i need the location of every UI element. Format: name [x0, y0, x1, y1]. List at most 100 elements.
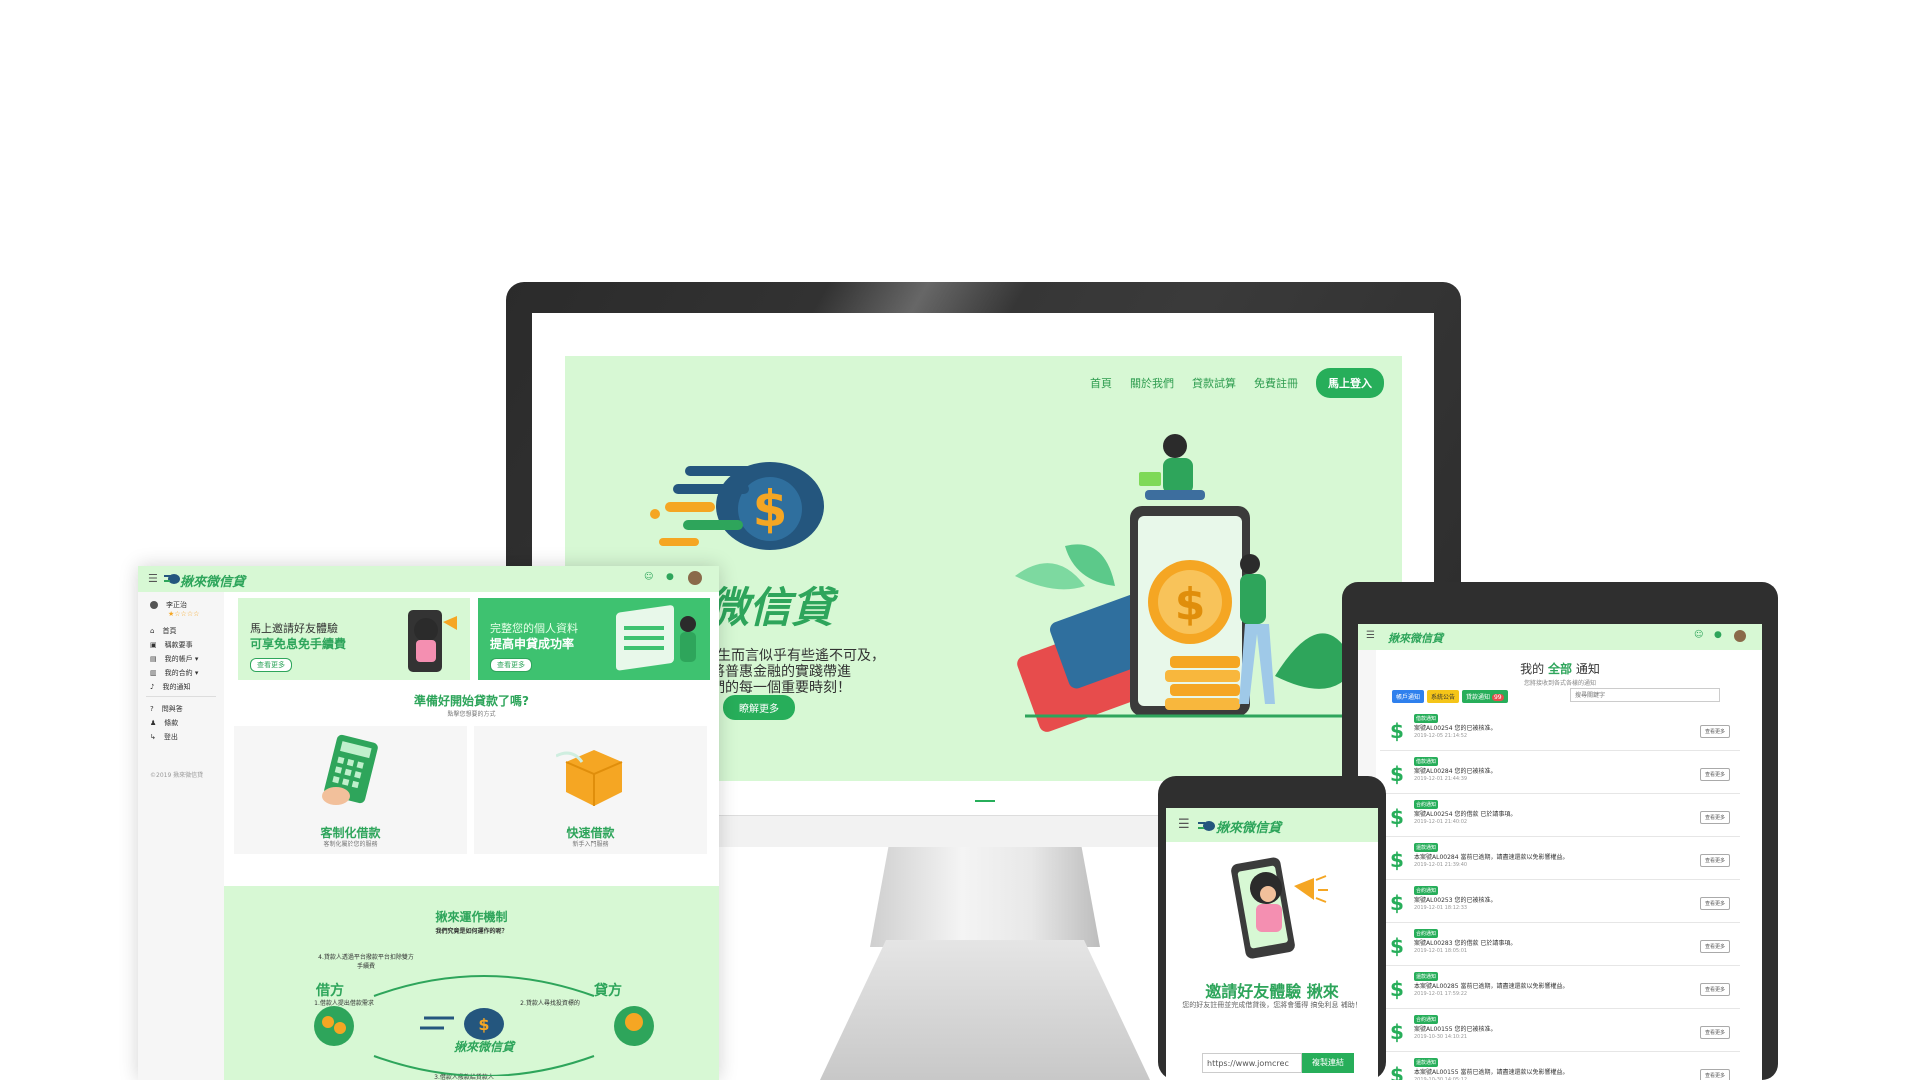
notification-row: $ 合約通知 案號AL00253 您的已被核准。 2019-12-01 18:12:3…: [1380, 882, 1740, 923]
monitor-stand-base: [820, 940, 1150, 1080]
dollar-icon: $: [1390, 805, 1404, 829]
nav-loan-calc[interactable]: 貸款試算: [1192, 375, 1236, 391]
view-more-button[interactable]: 查看更多: [1699, 897, 1730, 910]
invite-screen: ☰ 揪來微信貸 邀請好友體驗 揪來 您的好友註冊並完成借貸後，您將會獲得 搞免利…: [1166, 808, 1378, 1080]
notification-row: $ 合約通知 案號AL00283 您的借款 已於請事項。 2019-12-01 18:…: [1380, 925, 1740, 966]
bell-icon[interactable]: ●: [666, 572, 674, 582]
tablet-brand: 揪來微信貸: [1388, 632, 1443, 645]
home-icon: ⌂: [150, 627, 155, 635]
profile-promo-card[interactable]: 完整您的個人資料 提高申貸成功率 查看更多: [478, 598, 710, 680]
brand-mini-icon: [1198, 821, 1215, 831]
login-button[interactable]: 馬上登入: [1316, 368, 1384, 398]
view-more-button[interactable]: 查看更多: [1699, 725, 1730, 738]
notification-date: 2019-12-01 18:05:01: [1414, 948, 1468, 954]
sidebar-item-home[interactable]: ⌂ 首頁: [150, 626, 176, 636]
notification-type-badge: 合約通知: [1414, 1015, 1439, 1024]
copy-link-button[interactable]: 複製連結: [1302, 1053, 1354, 1073]
svg-text:$: $: [753, 480, 788, 538]
copyright: ©2019 揪來微信貸: [150, 772, 204, 779]
card-more-button[interactable]: 查看更多: [490, 658, 532, 672]
sidebar-item-notifications[interactable]: ♪ 我的通知: [150, 682, 190, 692]
invite-description: 您的好友註冊並完成借貸後，您將會獲得 搞免利息 補助！: [1182, 1001, 1362, 1009]
question-icon: ?: [150, 705, 154, 713]
invite-phone-illustration: [1231, 857, 1328, 959]
dollar-icon: $: [1390, 977, 1404, 1001]
feature-subtitle: 客制化屬於您的服務: [323, 841, 378, 848]
notification-row: $ 還款通知 本案號AL00155 當前已逾期，請盡速還款以免影響權益。 2019-1…: [1380, 1054, 1740, 1080]
monitor-stand-neck: [870, 847, 1100, 947]
sidebar-item-logout[interactable]: ↳ 登出: [150, 732, 178, 742]
dollar-icon: $: [1390, 1020, 1404, 1044]
filter-account[interactable]: 帳戶通知: [1392, 690, 1425, 703]
nav-register[interactable]: 免費註冊: [1254, 375, 1298, 391]
card-line-2: 可享免息免手續費: [250, 637, 347, 651]
sidebar-label: 問與答: [161, 705, 183, 713]
monitor-glare: [811, 282, 1029, 313]
user-rating-stars: ★☆☆☆☆: [168, 610, 200, 618]
sidebar-item-terms[interactable]: ♟ 條款: [150, 718, 178, 728]
notification-date: 2019-12-01 21:44:39: [1414, 776, 1468, 782]
learn-more-button[interactable]: 瞭解更多: [723, 695, 795, 720]
sidebar-item-loan-items[interactable]: ▣ 稱款要事: [150, 640, 193, 650]
phone-topbar: ☰ 揪來微信貸: [1166, 808, 1378, 842]
notification-text: 案號AL00284 您的已被核准。: [1414, 768, 1497, 775]
filter-loan-label: 貸款通知: [1466, 694, 1491, 701]
notification-date: 2019-12-05 21:14:52: [1414, 733, 1468, 739]
filter-system[interactable]: 系統公告: [1427, 690, 1460, 703]
notification-row: $ 借款通知 案號AL00284 您的已被核准。 2019-12-01 21:44:3…: [1380, 753, 1740, 794]
quick-loan-option[interactable]: 快速借款 新手入門服務: [474, 726, 707, 854]
nav-home[interactable]: 首頁: [1090, 375, 1112, 391]
mechanism-title: 揪來運作機制: [435, 910, 508, 924]
view-more-button[interactable]: 查看更多: [1699, 1026, 1730, 1039]
view-more-button[interactable]: 查看更多: [1699, 854, 1730, 867]
hamburger-icon[interactable]: ☰: [1366, 630, 1375, 641]
nav-about[interactable]: 關於我們: [1130, 375, 1174, 391]
hero-line-3: 們的每一個重要時刻！: [711, 680, 851, 696]
search-input[interactable]: [1570, 688, 1720, 702]
view-more-button[interactable]: 查看更多: [1699, 768, 1730, 781]
title-highlight: 全部: [1547, 662, 1572, 676]
slider-indicator[interactable]: [975, 800, 995, 802]
invite-link-field[interactable]: https://www.jomcrec: [1202, 1053, 1302, 1073]
dollar-icon: $: [1390, 1063, 1404, 1080]
notification-text: 案號AL00155 您的已被核准。: [1414, 1026, 1497, 1033]
notification-text: 本案號AL00284 當前已逾期，請盡速還款以免影響權益。: [1414, 854, 1569, 861]
brand-mini-icon: [164, 574, 180, 584]
bell-icon[interactable]: ●: [1714, 630, 1722, 640]
phone-brand: 揪來微信貸: [1216, 821, 1282, 836]
support-icon[interactable]: ☺: [1694, 630, 1703, 640]
card-line-2: 提高申貸成功率: [490, 637, 575, 651]
custom-loan-option[interactable]: 客制化借款 客制化屬於您的服務: [234, 726, 467, 854]
view-more-button[interactable]: 查看更多: [1699, 1069, 1730, 1080]
notification-date: 2019-12-01 21:39:40: [1414, 862, 1468, 868]
notification-date: 2019-12-01 17:59:22: [1414, 991, 1468, 997]
sidebar-label: 我的合約 ▾: [164, 669, 199, 677]
avatar[interactable]: [688, 571, 702, 585]
view-more-button[interactable]: 查看更多: [1699, 940, 1730, 953]
package-icon: [556, 750, 623, 806]
notification-type-badge: 借款通知: [1414, 714, 1439, 723]
view-more-button[interactable]: 查看更多: [1699, 811, 1730, 824]
support-icon[interactable]: ☺: [644, 572, 653, 582]
notification-type-badge: 還款通知: [1414, 1058, 1439, 1067]
invite-promo-card[interactable]: 馬上邀請好友體驗 可享免息免手續費 查看更多: [238, 598, 470, 680]
sidebar-item-faq[interactable]: ? 問與答: [150, 704, 183, 714]
dashboard-brand: 揪來微信貸: [180, 575, 246, 590]
notification-type-badge: 合約通知: [1414, 800, 1439, 809]
avatar[interactable]: [1734, 630, 1746, 642]
filter-loan[interactable]: 貸款通知 99: [1462, 690, 1508, 703]
notifications-title: 我的 全部 通知: [1358, 660, 1762, 677]
sidebar-divider: [146, 696, 216, 697]
hamburger-icon[interactable]: ☰: [1178, 817, 1190, 832]
view-more-button[interactable]: 查看更多: [1699, 983, 1730, 996]
sidebar-item-contracts[interactable]: ▥ 我的合約 ▾: [150, 668, 198, 678]
invite-girl-illustration: [408, 610, 457, 672]
notification-text: 案號AL00254 您的已被核准。: [1414, 725, 1497, 732]
sidebar-item-account[interactable]: ▤ 我的帳戶 ▾: [150, 654, 198, 664]
card-more-button[interactable]: 查看更多: [250, 658, 292, 672]
hamburger-icon[interactable]: ☰: [148, 572, 158, 585]
sidebar-label: 稱款要事: [164, 641, 193, 649]
top-nav: 首頁 關於我們 貸款試算 免費註冊 馬上登入: [1090, 368, 1384, 398]
invite-title: 邀請好友體驗 揪來: [1205, 982, 1339, 1001]
inbox-icon: ▣: [150, 641, 157, 649]
